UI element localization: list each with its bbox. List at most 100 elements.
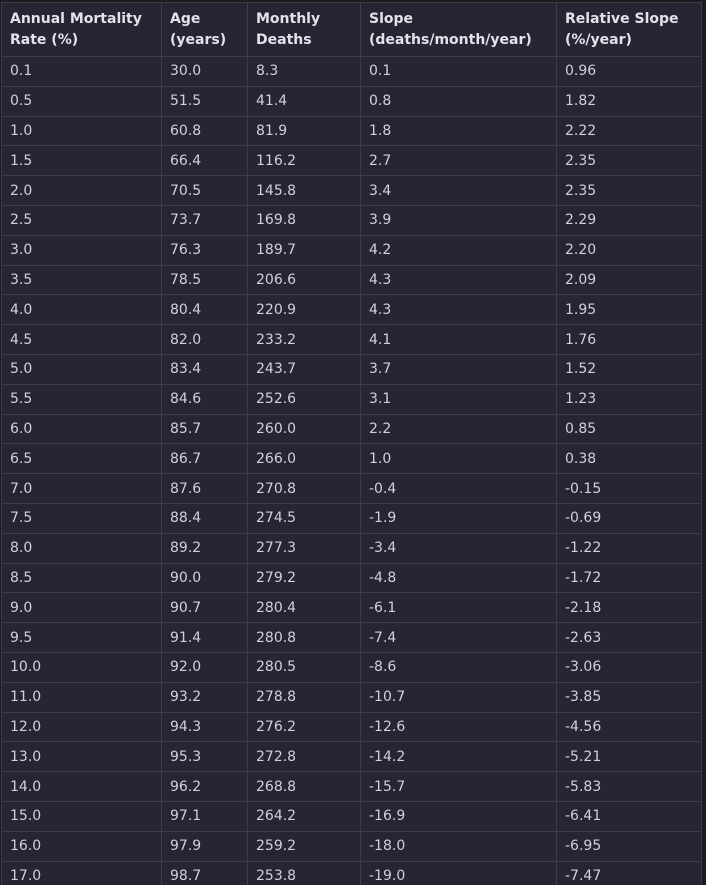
cell-mortality-rate: 12.0: [1, 711, 162, 743]
cell-age: 70.5: [161, 175, 248, 206]
cell-relative-slope: 2.22: [556, 115, 702, 147]
cell-slope: 0.8: [360, 85, 557, 117]
cell-monthly-deaths: 272.8: [247, 741, 361, 773]
table-row: 7.5 88.4 274.5 -1.9 -0.69: [1, 502, 702, 534]
cell-relative-slope: 2.09: [556, 264, 702, 296]
cell-age: 86.7: [161, 443, 248, 475]
cell-mortality-rate: 8.0: [1, 532, 162, 564]
cell-age: 78.5: [161, 264, 248, 296]
cell-slope: 3.7: [360, 353, 557, 385]
table-row: 16.0 97.9 259.2 -18.0 -6.95: [1, 830, 702, 862]
table-row: 9.5 91.4 280.8 -7.4 -2.63: [1, 622, 702, 653]
cell-monthly-deaths: 41.4: [247, 85, 361, 117]
cell-relative-slope: -6.41: [556, 800, 702, 832]
header-monthly-deaths: Monthly Deaths: [247, 2, 361, 57]
cell-monthly-deaths: 243.7: [247, 353, 361, 385]
cell-mortality-rate: 7.5: [1, 502, 162, 534]
cell-relative-slope: -6.95: [556, 830, 702, 862]
cell-relative-slope: 0.38: [556, 443, 702, 475]
cell-slope: -16.9: [360, 800, 557, 832]
cell-relative-slope: -2.18: [556, 592, 702, 624]
cell-monthly-deaths: 266.0: [247, 443, 361, 475]
cell-monthly-deaths: 280.8: [247, 622, 361, 653]
cell-relative-slope: 1.95: [556, 294, 702, 326]
cell-monthly-deaths: 280.5: [247, 651, 361, 683]
cell-slope: 1.0: [360, 443, 557, 475]
cell-slope: 3.1: [360, 383, 557, 415]
cell-relative-slope: -3.85: [556, 681, 702, 713]
cell-slope: -12.6: [360, 711, 557, 743]
cell-age: 30.0: [161, 56, 248, 87]
cell-monthly-deaths: 253.8: [247, 860, 361, 885]
cell-age: 91.4: [161, 622, 248, 653]
cell-slope: 3.4: [360, 175, 557, 206]
cell-slope: 2.2: [360, 413, 557, 445]
cell-age: 93.2: [161, 681, 248, 713]
cell-mortality-rate: 6.5: [1, 443, 162, 475]
header-age: Age (years): [161, 2, 248, 57]
cell-monthly-deaths: 8.3: [247, 56, 361, 87]
cell-monthly-deaths: 145.8: [247, 175, 361, 206]
cell-slope: -6.1: [360, 592, 557, 624]
table-row: 4.0 80.4 220.9 4.3 1.95: [1, 294, 702, 326]
table-row: 11.0 93.2 278.8 -10.7 -3.85: [1, 681, 702, 713]
cell-slope: -19.0: [360, 860, 557, 885]
cell-slope: 2.7: [360, 145, 557, 177]
cell-relative-slope: -1.72: [556, 562, 702, 594]
cell-age: 89.2: [161, 532, 248, 564]
cell-slope: -4.8: [360, 562, 557, 594]
cell-slope: 0.1: [360, 56, 557, 87]
table-row: 5.5 84.6 252.6 3.1 1.23: [1, 383, 702, 415]
cell-age: 97.9: [161, 830, 248, 862]
cell-monthly-deaths: 280.4: [247, 592, 361, 624]
cell-age: 90.0: [161, 562, 248, 594]
cell-relative-slope: -4.56: [556, 711, 702, 743]
cell-age: 95.3: [161, 741, 248, 773]
cell-relative-slope: 2.20: [556, 234, 702, 266]
cell-slope: 4.1: [360, 324, 557, 355]
cell-slope: -3.4: [360, 532, 557, 564]
table-row: 9.0 90.7 280.4 -6.1 -2.18: [1, 592, 702, 624]
table-row: 5.0 83.4 243.7 3.7 1.52: [1, 353, 702, 385]
table-body: 0.1 30.0 8.3 0.1 0.96 0.5 51.5 41.4 0.8 1.82 1.0 60…: [1, 56, 702, 885]
cell-monthly-deaths: 276.2: [247, 711, 361, 743]
cell-relative-slope: -0.15: [556, 473, 702, 504]
cell-slope: 4.3: [360, 294, 557, 326]
cell-slope: -1.9: [360, 502, 557, 534]
cell-age: 73.7: [161, 204, 248, 236]
cell-monthly-deaths: 233.2: [247, 324, 361, 355]
cell-age: 98.7: [161, 860, 248, 885]
cell-age: 84.6: [161, 383, 248, 415]
cell-monthly-deaths: 260.0: [247, 413, 361, 445]
table-row: 3.5 78.5 206.6 4.3 2.09: [1, 264, 702, 296]
cell-age: 83.4: [161, 353, 248, 385]
header-annual-mortality-rate: Annual Mortality Rate (%): [1, 2, 162, 57]
table-row: 0.1 30.0 8.3 0.1 0.96: [1, 56, 702, 87]
cell-relative-slope: 1.82: [556, 85, 702, 117]
cell-monthly-deaths: 264.2: [247, 800, 361, 832]
cell-slope: 4.3: [360, 264, 557, 296]
cell-slope: -8.6: [360, 651, 557, 683]
cell-monthly-deaths: 279.2: [247, 562, 361, 594]
header-row: Annual Mortality Rate (%) Age (years) Mo…: [1, 2, 702, 57]
cell-relative-slope: 1.52: [556, 353, 702, 385]
cell-monthly-deaths: 252.6: [247, 383, 361, 415]
cell-age: 51.5: [161, 85, 248, 117]
cell-age: 87.6: [161, 473, 248, 504]
table-row: 8.0 89.2 277.3 -3.4 -1.22: [1, 532, 702, 564]
cell-slope: 3.9: [360, 204, 557, 236]
cell-relative-slope: 2.29: [556, 204, 702, 236]
cell-monthly-deaths: 81.9: [247, 115, 361, 147]
cell-slope: 4.2: [360, 234, 557, 266]
cell-age: 76.3: [161, 234, 248, 266]
cell-mortality-rate: 16.0: [1, 830, 162, 862]
table-row: 13.0 95.3 272.8 -14.2 -5.21: [1, 741, 702, 773]
cell-age: 97.1: [161, 800, 248, 832]
table-row: 7.0 87.6 270.8 -0.4 -0.15: [1, 473, 702, 504]
cell-slope: -10.7: [360, 681, 557, 713]
cell-relative-slope: 0.85: [556, 413, 702, 445]
table-row: 17.0 98.7 253.8 -19.0 -7.47: [1, 860, 702, 885]
cell-relative-slope: -2.63: [556, 622, 702, 653]
cell-mortality-rate: 7.0: [1, 473, 162, 504]
cell-age: 96.2: [161, 771, 248, 802]
